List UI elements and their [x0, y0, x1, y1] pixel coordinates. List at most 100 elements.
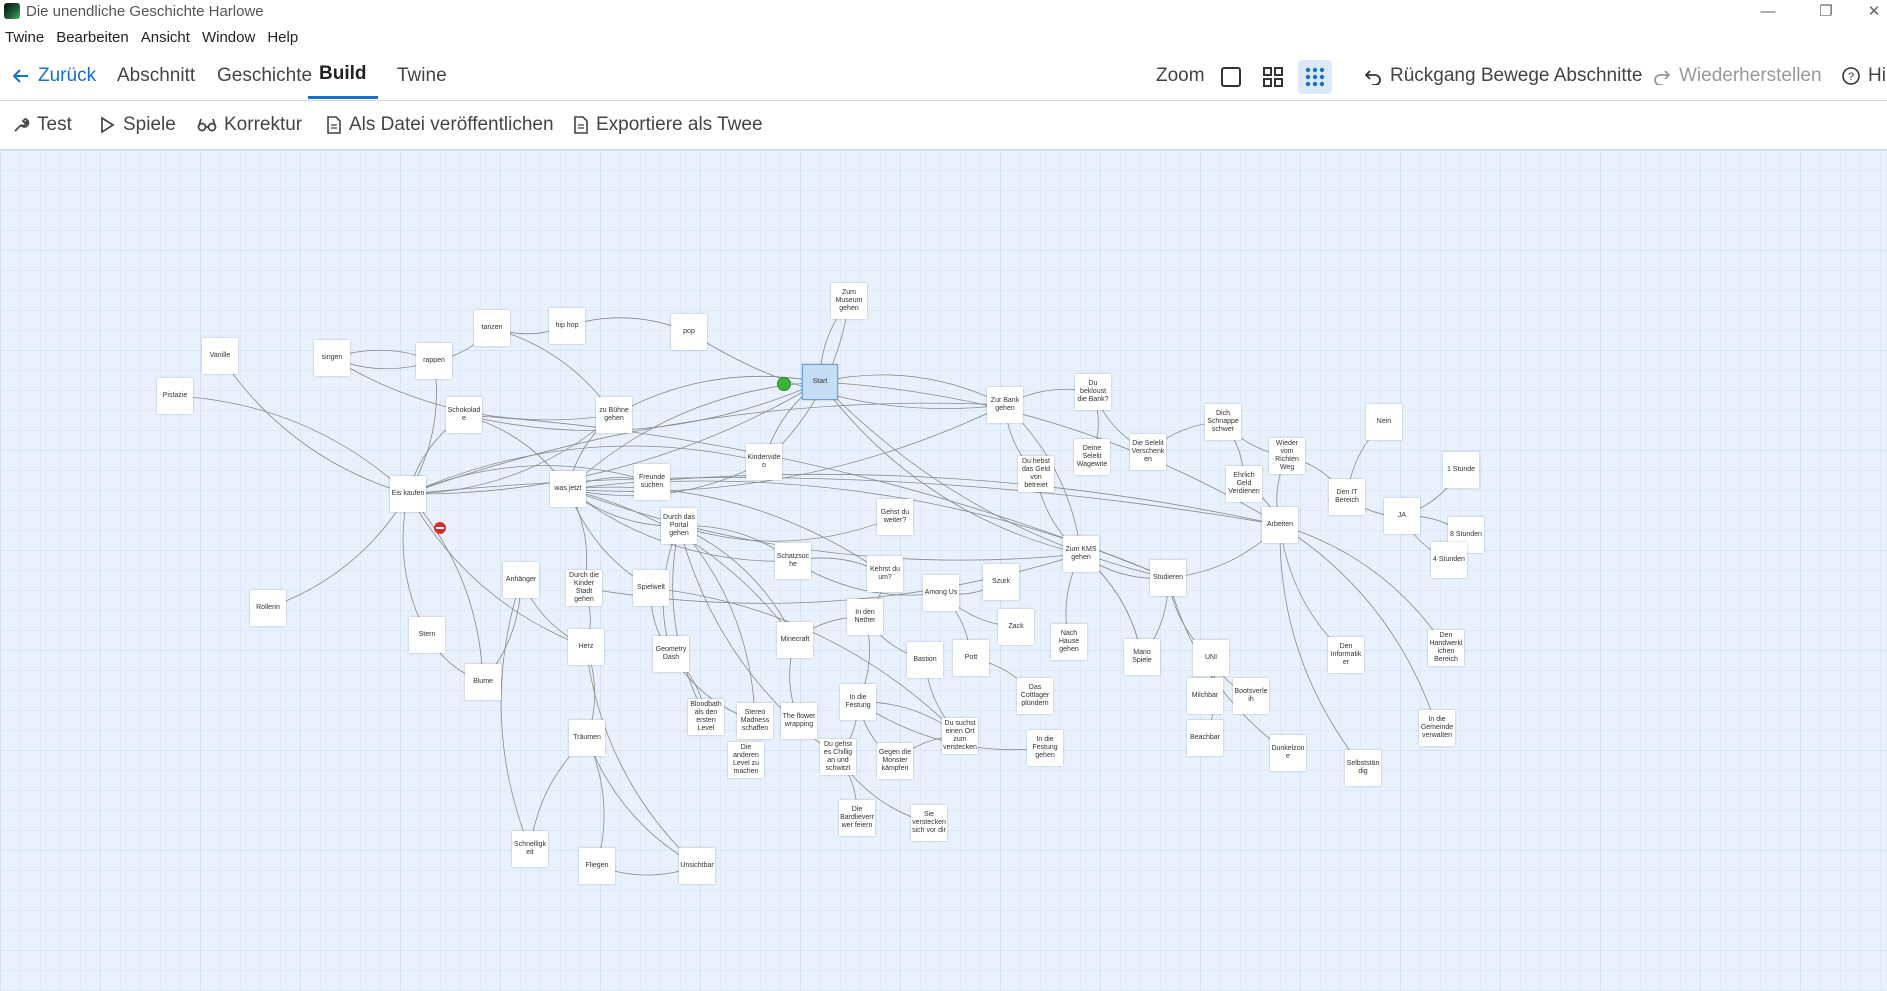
passage-card[interactable]: was jetzt: [550, 471, 586, 507]
passage-card[interactable]: Dich Schnappe schwer: [1205, 404, 1241, 440]
passage-card[interactable]: UNI: [1193, 640, 1229, 676]
passage-card[interactable]: Studieren: [1150, 560, 1186, 596]
passage-card[interactable]: Mario Spiele: [1124, 639, 1160, 675]
passage-card[interactable]: In die Festung: [840, 684, 876, 720]
tab-abschnitt[interactable]: Abschnitt: [117, 52, 195, 99]
passage-card[interactable]: Dunkelzone: [1270, 735, 1306, 771]
passage-card[interactable]: Eis kaufen: [390, 476, 426, 512]
menu-ansicht[interactable]: Ansicht: [135, 29, 196, 46]
passage-card[interactable]: Arbeiten: [1262, 507, 1298, 543]
passage-card[interactable]: Gehst du weiter?: [877, 499, 913, 535]
passage-card[interactable]: Beachbar: [1187, 720, 1223, 756]
passage-card[interactable]: Durch das Portal gehen: [661, 508, 697, 544]
passage-card[interactable]: Pott: [953, 640, 989, 676]
passage-card[interactable]: Du gehst es Chillig an und schwitzt: [820, 739, 856, 775]
passage-card[interactable]: Zum Museum gehen: [831, 283, 867, 319]
passage-card[interactable]: Stereo Madness schaffen: [737, 703, 773, 739]
passage-card[interactable]: JA: [1384, 498, 1420, 534]
passage-card[interactable]: Start: [802, 364, 838, 400]
help-button[interactable]: ? Hil: [1842, 52, 1887, 99]
passage-card[interactable]: Du bekloust die Bank?: [1075, 374, 1111, 410]
publish-button[interactable]: Als Datei veröffentlichen: [326, 101, 554, 149]
passage-card[interactable]: Minecraft: [777, 622, 813, 658]
tab-geschichte[interactable]: Geschichte: [217, 52, 312, 99]
story-map-canvas[interactable]: Start Zum Museum gehen Vanille Pistazie sing…: [0, 150, 1887, 991]
passage-card[interactable]: Du suchst einen Ort zum verstecken: [942, 718, 978, 754]
maximize-icon[interactable]: ❐: [1803, 0, 1849, 22]
passage-card[interactable]: Stern: [409, 617, 445, 653]
passage-card[interactable]: Gegen die Monster kämpfen: [877, 743, 913, 779]
passage-card[interactable]: Vanille: [202, 338, 238, 374]
passage-card[interactable]: Den Handwerklichen Bereich: [1428, 630, 1464, 666]
passage-card[interactable]: In die Festung gehen: [1027, 730, 1063, 766]
passage-card[interactable]: Rollerin: [250, 590, 286, 626]
passage-card[interactable]: Schokolade: [446, 397, 482, 433]
passage-card[interactable]: Zur Bank gehen: [987, 387, 1023, 423]
export-twee-button[interactable]: Exportiere als Twee: [573, 101, 763, 149]
passage-card[interactable]: Durch die Kinder Stadt gehen: [566, 570, 602, 606]
passage-card[interactable]: Deine Selelit Wagewite: [1074, 439, 1110, 475]
proof-button[interactable]: Korrektur: [197, 101, 302, 149]
menu-twine[interactable]: Twine: [0, 29, 50, 46]
passage-card[interactable]: Den IT Bereich: [1329, 479, 1365, 515]
menu-help[interactable]: Help: [261, 29, 304, 46]
passage-card[interactable]: Nach Hause gehen: [1051, 624, 1087, 660]
passage-card[interactable]: Den Informatiker: [1328, 637, 1364, 673]
passage-card[interactable]: Unsichtbar: [679, 848, 715, 884]
passage-card[interactable]: Ehrlich Geld Verdienen: [1226, 466, 1262, 502]
passage-card[interactable]: singen: [314, 340, 350, 376]
passage-card[interactable]: tanzen: [474, 310, 510, 346]
passage-card[interactable]: In den Nether: [847, 599, 883, 635]
tab-twine[interactable]: Twine: [397, 52, 447, 99]
passage-card[interactable]: Kindervideo: [746, 444, 782, 480]
passage-card[interactable]: Die anderen Level zu machen: [728, 742, 764, 778]
passage-card[interactable]: Bastion: [907, 642, 943, 678]
passage-card[interactable]: Wieder vom Richten Weg: [1269, 438, 1305, 474]
passage-card[interactable]: Schatzsuche: [775, 543, 811, 579]
passage-card[interactable]: Fliegen: [579, 848, 615, 884]
passage-card[interactable]: Milchbar: [1187, 678, 1223, 714]
tab-build[interactable]: Build: [308, 52, 378, 99]
menu-window[interactable]: Window: [196, 29, 261, 46]
passage-card[interactable]: Kehrst du um?: [867, 556, 903, 592]
passage-card[interactable]: Pistazie: [157, 378, 193, 414]
passage-card[interactable]: Schnelligkeit: [512, 831, 548, 867]
undo-button[interactable]: Rückgang Bewege Abschnitte: [1364, 52, 1642, 99]
passage-card[interactable]: rappen: [416, 343, 452, 379]
passage-card[interactable]: Das Cottlager plündern: [1017, 678, 1053, 714]
passage-card[interactable]: Among Us: [923, 575, 959, 611]
minimize-icon[interactable]: —: [1745, 0, 1791, 22]
passage-card[interactable]: Du hebst das Geld von betreiet: [1018, 456, 1054, 492]
passage-card[interactable]: Blume: [465, 664, 501, 700]
passage-card[interactable]: Nein: [1366, 404, 1402, 440]
passage-card[interactable]: Freunde suchen: [634, 464, 670, 500]
passage-card[interactable]: Bloodbath als den ersten Level: [688, 699, 724, 735]
passage-card[interactable]: Selbstständig: [1345, 750, 1381, 786]
passage-card[interactable]: Anhänger: [503, 562, 539, 598]
passage-card[interactable]: 1 Stunde: [1443, 452, 1479, 488]
passage-card[interactable]: Szurk: [983, 564, 1019, 600]
zoom-large-button[interactable]: [1214, 60, 1248, 94]
passage-card[interactable]: pop: [671, 314, 707, 350]
passage-card[interactable]: Spielwelt: [633, 570, 669, 606]
passage-card[interactable]: Sie verstecken sich vor dir: [911, 805, 947, 841]
passage-card[interactable]: Herz: [568, 629, 604, 665]
passage-card[interactable]: Zum KMS gehen: [1063, 536, 1099, 572]
passage-card[interactable]: The flower wrapping: [781, 703, 817, 739]
passage-card[interactable]: 4 Stunden: [1431, 542, 1467, 578]
passage-card[interactable]: zu Bühne gehen: [596, 397, 632, 433]
passage-card[interactable]: Die Selelit Verschenken: [1130, 434, 1166, 470]
close-icon[interactable]: ✕: [1861, 0, 1887, 22]
passage-card[interactable]: Zack: [998, 609, 1034, 645]
passage-card[interactable]: hip hop: [549, 308, 585, 344]
passage-card[interactable]: Bootsverleih: [1233, 678, 1269, 714]
passage-card[interactable]: Geometry Dash: [653, 636, 689, 672]
zoom-medium-button[interactable]: [1256, 60, 1290, 94]
passage-card[interactable]: In die Gemeinde verwalten: [1419, 710, 1455, 746]
play-button[interactable]: Spiele: [98, 101, 176, 149]
passage-card[interactable]: Die Bardlieverr wer feiern: [839, 800, 875, 836]
zoom-small-button[interactable]: [1298, 60, 1332, 94]
passage-card[interactable]: Träumen: [569, 720, 605, 756]
redo-button[interactable]: Wiederherstellen: [1653, 52, 1822, 99]
back-button[interactable]: Zurück: [12, 52, 96, 99]
